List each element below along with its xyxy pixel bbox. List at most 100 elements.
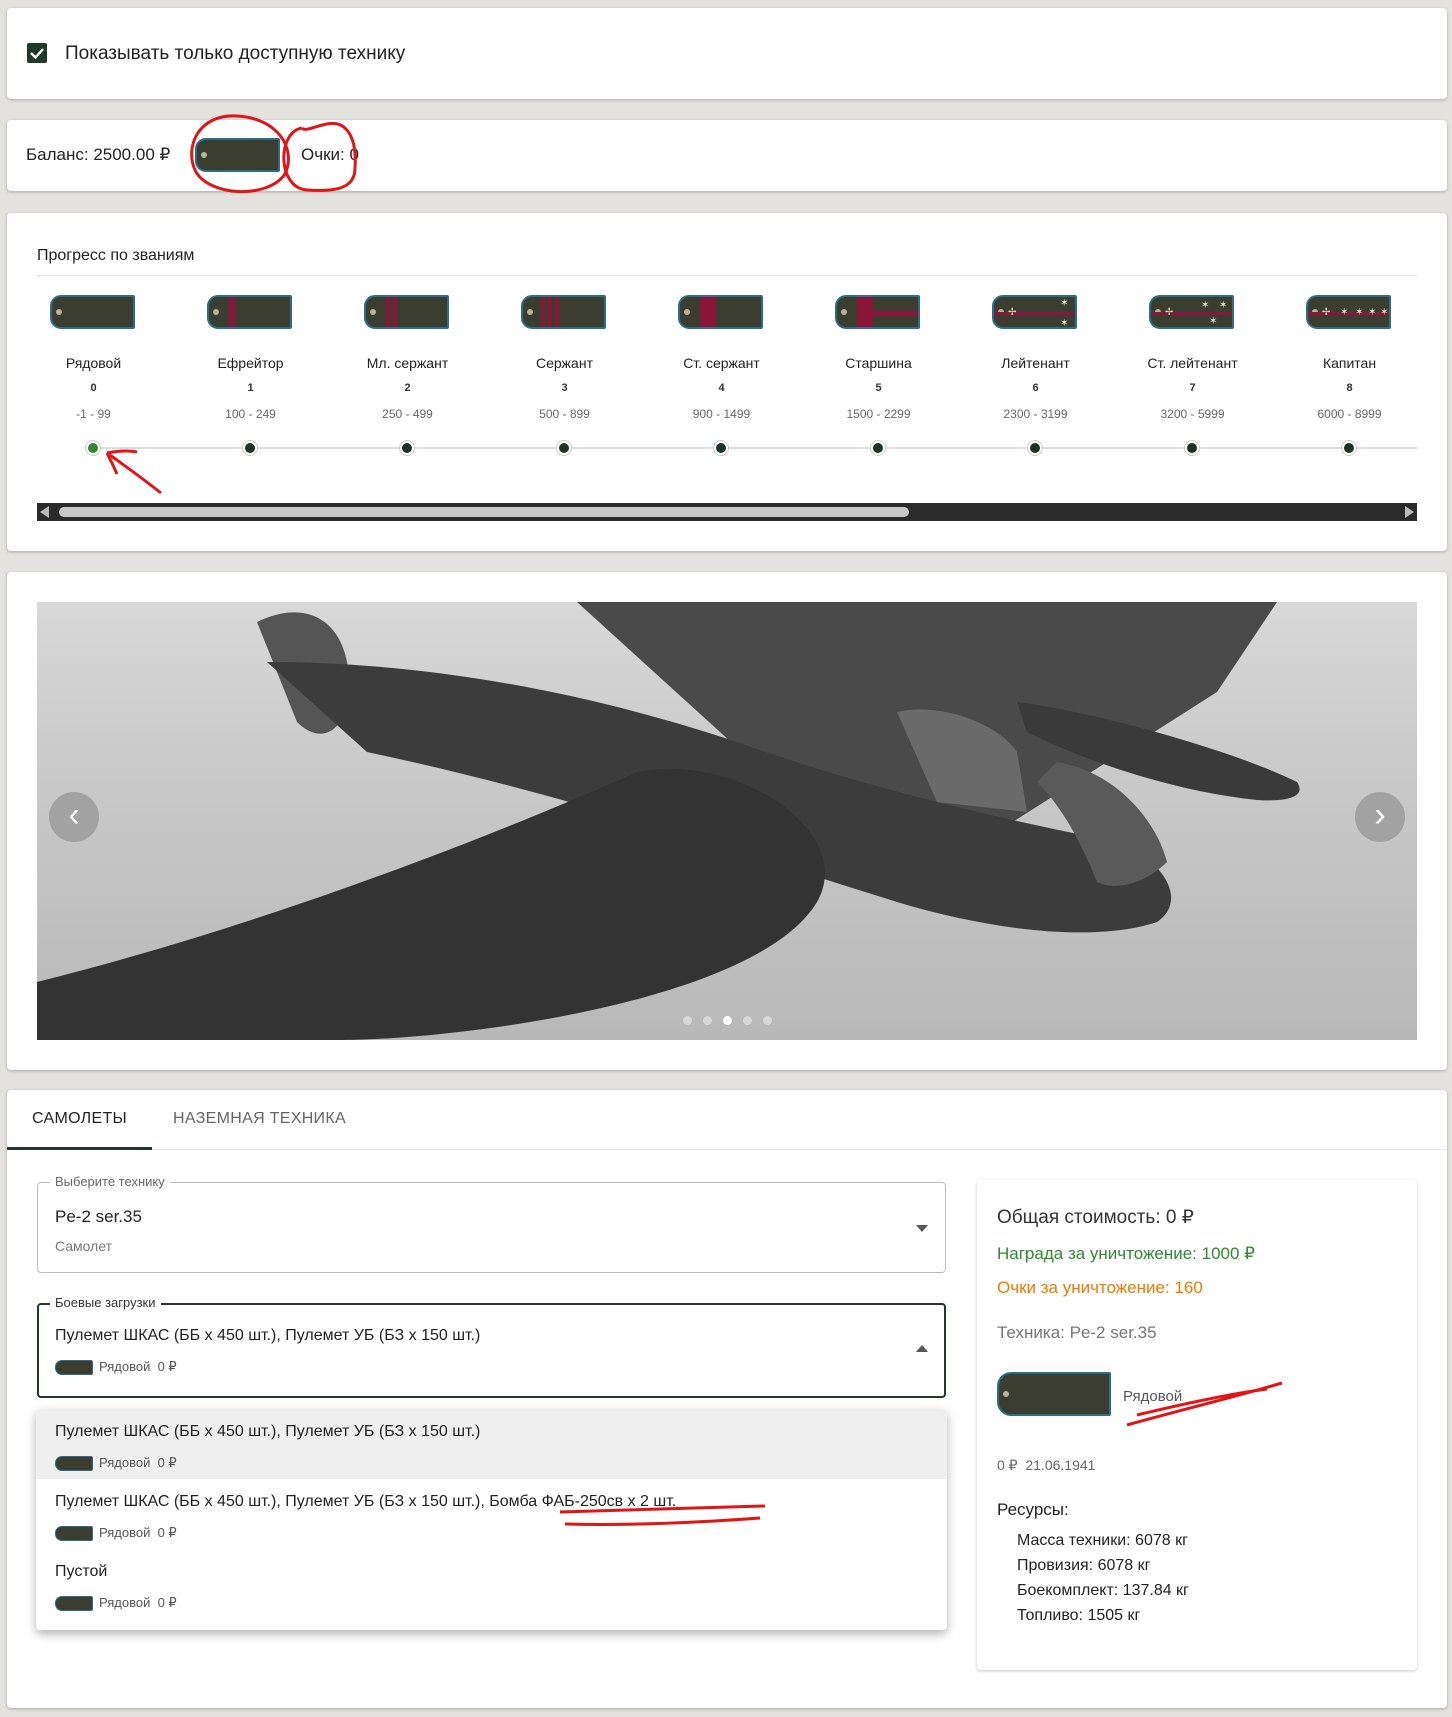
rank-shoulder-icon — [55, 1456, 93, 1472]
summary-price-date: 0 ₽ 21.06.1941 — [997, 1457, 1096, 1473]
rank-step-dot[interactable] — [1342, 441, 1356, 455]
rank-shoulder-icon — [678, 295, 763, 329]
rank-range: 3200 - 5999 — [1160, 407, 1225, 421]
loadout-select-meta: Рядовой 0 ₽ — [55, 1359, 177, 1376]
loadout-option-meta: Рядовой 0 ₽ — [55, 1595, 177, 1612]
rank-range: 900 - 1499 — [692, 407, 751, 421]
rank-name: Ст. сержант — [683, 355, 760, 371]
balance-text: Баланс: 2500.00 ₽ — [26, 145, 171, 164]
configurator-card: САМОЛЕТЫ НАЗЕМНАЯ ТЕХНИКА Выберите техник… — [7, 1090, 1447, 1708]
annotation-underline-rank — [1126, 1381, 1283, 1427]
rank-name: Лейтенант — [1001, 355, 1070, 371]
vehicle-carousel-card: ‹ › — [7, 572, 1447, 1070]
rank-name: Капитан — [1322, 355, 1377, 371]
rank-index: 5 — [875, 382, 882, 394]
loadout-option-rank: Рядовой — [99, 1455, 151, 1470]
rank-range: 500 - 899 — [539, 407, 590, 421]
vehicle-select[interactable]: Выберите технику Pe-2 ser.35 Самолет — [37, 1174, 946, 1273]
resource-mass: Масса техники: 6078 кг — [1017, 1532, 1188, 1549]
rank-step-dot[interactable] — [400, 441, 414, 455]
vehicle-select-label: Выберите технику — [50, 1174, 170, 1189]
filter-card: Показывать только доступную технику — [7, 8, 1447, 99]
rank-name: Рядовой — [65, 355, 122, 371]
rank-range: 100 - 249 — [225, 407, 276, 421]
rank-step-dot[interactable] — [1028, 441, 1042, 455]
current-rank-shoulder-icon — [195, 138, 280, 172]
resource-provision: Провизия: 6078 кг — [1017, 1557, 1151, 1574]
rank-scrollbar[interactable] — [37, 503, 1417, 521]
rank-shoulder-icon — [50, 295, 135, 329]
vehicle-photo — [37, 602, 1417, 1040]
rank-shoulder-icon — [521, 295, 606, 329]
summary-vehicle: Техника: Pe-2 ser.35 — [997, 1323, 1157, 1342]
summary-rank: Рядовой — [1123, 1388, 1183, 1405]
tab-planes[interactable]: САМОЛЕТЫ — [7, 1090, 152, 1150]
tab-label: НАЗЕМНАЯ ТЕХНИКА — [173, 1110, 346, 1127]
available-only-label[interactable]: Показывать только доступную технику — [65, 43, 405, 65]
rank-shoulder-icon: ✢ ✶ ✶ ✶ — [1149, 295, 1234, 329]
loadout-select[interactable]: Боевые загрузки Пулемет ШКАС (ББ x 450 ш… — [37, 1295, 946, 1398]
destroy-points: Очки за уничтожение: 160 — [997, 1278, 1203, 1297]
loadout-option[interactable]: Пулемет ШКАС (ББ x 450 шт.), Пулемет УБ … — [36, 1409, 947, 1479]
rank-name: Ефрейтор — [217, 355, 284, 371]
available-only-checkbox[interactable] — [27, 43, 47, 63]
caret-up-icon — [916, 1345, 928, 1352]
rank-progress-card: Прогресс по званиям Рядовой 0 -1 - 99 Ефрей… — [7, 213, 1447, 551]
loadout-option[interactable]: Пулемет ШКАС (ББ x 450 шт.), Пулемет УБ … — [36, 1479, 947, 1549]
rank-name: Мл. сержант — [366, 355, 449, 371]
resource-ammo: Боекомплект: 137.84 кг — [1017, 1582, 1189, 1599]
tab-ground-vehicles[interactable]: НАЗЕМНАЯ ТЕХНИКА — [152, 1090, 367, 1150]
resources-title: Ресурсы: — [997, 1500, 1069, 1519]
rank-index: 7 — [1189, 382, 1196, 394]
rank-index: 1 — [247, 382, 254, 394]
rank-shoulder-icon — [207, 295, 292, 329]
rank-shoulder-icon — [55, 1526, 93, 1542]
destroy-reward: Награда за уничтожение: 1000 ₽ — [997, 1244, 1255, 1263]
vehicle-select-value: Pe-2 ser.35 — [55, 1207, 142, 1226]
carousel-dot[interactable] — [723, 1016, 732, 1025]
loadout-dropdown-menu: Пулемет ШКАС (ББ x 450 шт.), Пулемет УБ … — [36, 1409, 947, 1630]
rank-name: Старшина — [845, 355, 912, 371]
carousel-dot[interactable] — [763, 1016, 772, 1025]
rank-range: -1 - 99 — [76, 407, 111, 421]
rank-index: 6 — [1032, 382, 1039, 394]
rank-shoulder-icon: ✢ ✶ ✶ — [992, 295, 1077, 329]
tab-label: САМОЛЕТЫ — [32, 1110, 127, 1127]
rank-step-dot[interactable] — [557, 441, 571, 455]
rank-index: 8 — [1346, 382, 1353, 394]
rank-step-dot[interactable] — [1185, 441, 1199, 455]
rank-index: 3 — [561, 382, 568, 394]
rank-range: 1500 - 2299 — [846, 407, 911, 421]
loadout-option-meta: Рядовой 0 ₽ — [55, 1525, 177, 1542]
vehicle-tabs: САМОЛЕТЫ НАЗЕМНАЯ ТЕХНИКА — [7, 1090, 1447, 1150]
rank-step-dot[interactable] — [871, 441, 885, 455]
carousel-dot[interactable] — [743, 1016, 752, 1025]
loadout-option-meta: Рядовой 0 ₽ — [55, 1455, 177, 1472]
loadout-select-price: 0 ₽ — [157, 1359, 177, 1374]
carousel-prev-button[interactable]: ‹ — [49, 792, 99, 842]
rank-step-dot[interactable] — [243, 441, 257, 455]
rank-shoulder-icon: ✢ ✶ ✶ ✶ ✶ — [1306, 295, 1391, 329]
points-text: Очки: 0 — [301, 145, 359, 164]
carousel-dot[interactable] — [703, 1016, 712, 1025]
rank-step-dot[interactable] — [86, 441, 100, 455]
rank-index: 4 — [718, 382, 725, 394]
carousel-next-button[interactable]: › — [1355, 792, 1405, 842]
annotation-arrow — [105, 449, 162, 495]
carousel-dot[interactable] — [683, 1016, 692, 1025]
loadout-option[interactable]: Пустой Рядовой 0 ₽ — [36, 1549, 947, 1619]
title-divider — [37, 275, 1417, 276]
plane-silhouette-icon — [37, 602, 1300, 1040]
rank-range: 250 - 499 — [382, 407, 433, 421]
scroll-left-icon[interactable] — [40, 506, 49, 518]
carousel-indicators — [683, 1012, 783, 1025]
loadout-select-label: Боевые загрузки — [50, 1295, 161, 1310]
resource-fuel: Топливо: 1505 кг — [1017, 1607, 1141, 1624]
scrollbar-thumb[interactable] — [59, 507, 909, 517]
summary-panel: Общая стоимость: 0 ₽ Награда за уничтоже… — [977, 1180, 1417, 1670]
loadout-option-price: 0 ₽ — [157, 1595, 177, 1610]
loadout-option-text: Пулемет ШКАС (ББ x 450 шт.), Пулемет УБ … — [55, 1493, 677, 1510]
scroll-right-icon[interactable] — [1405, 506, 1414, 518]
rank-step-dot[interactable] — [714, 441, 728, 455]
loadout-select-rank: Рядовой — [99, 1359, 151, 1374]
